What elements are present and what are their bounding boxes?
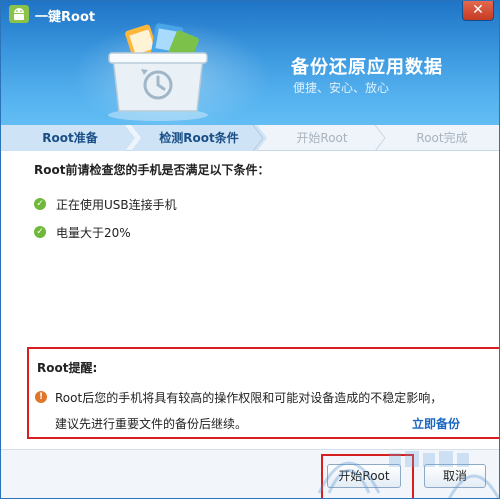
conditions-question: Root前请检查您的手机是否满足以下条件： xyxy=(34,163,270,177)
condition-usb: ✓ 正在使用USB连接手机 xyxy=(34,196,177,212)
check-icon: ✓ xyxy=(34,198,46,210)
step-root-complete: Root完成 xyxy=(416,131,468,145)
backup-now-link[interactable]: 立即备份 xyxy=(412,415,460,432)
close-button[interactable]: ✕ xyxy=(462,1,494,21)
banner-subline: 便捷、安心、放心 xyxy=(293,81,390,95)
banner-headline: 备份还原应用数据 xyxy=(291,57,443,78)
backup-folder-icon xyxy=(108,23,208,121)
root-dialog-window: 一键Root ✕ 备份还原应用数据 便捷、安心、放心 Root准备 检测Root… xyxy=(0,0,500,499)
start-root-button[interactable]: 开始Root xyxy=(327,464,401,488)
step-start-root: 开始Root xyxy=(296,131,348,145)
warning-title: Root提醒: xyxy=(37,361,98,375)
condition-battery-label: 电量大于20% xyxy=(56,225,131,240)
progress-steps: Root准备 检测Root条件 开始Root Root完成 xyxy=(1,125,499,151)
dialog-footer: 开始Root 取消 xyxy=(1,449,499,498)
cancel-button[interactable]: 取消 xyxy=(424,464,486,488)
android-icon xyxy=(9,5,29,23)
condition-battery: ✓ 电量大于20% xyxy=(34,224,131,240)
condition-usb-label: 正在使用USB连接手机 xyxy=(56,197,177,212)
check-icon: ✓ xyxy=(34,226,46,238)
step-root-prepare: Root准备 xyxy=(42,131,98,145)
warning-text-line2: 建议先进行重要文件的备份后继续。 xyxy=(55,417,248,431)
window-title: 一键Root xyxy=(35,10,96,25)
header-banner: 一键Root ✕ 备份还原应用数据 便捷、安心、放心 xyxy=(1,1,499,125)
root-warning-box: Root提醒: ! Root后您的手机将具有较高的操作权限和可能对设备造成的不稳… xyxy=(27,347,499,439)
exclamation-icon: ! xyxy=(35,391,47,403)
warning-text-line1: Root后您的手机将具有较高的操作权限和可能对设备造成的不稳定影响， xyxy=(55,391,443,405)
step-check-conditions: 检测Root条件 xyxy=(159,131,239,145)
